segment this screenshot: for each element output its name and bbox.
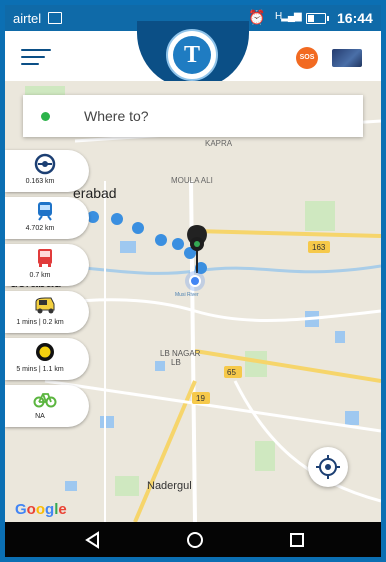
google-letter: e: [58, 501, 67, 518]
current-location-dot: [189, 275, 201, 287]
map-view-icon[interactable]: [332, 49, 362, 67]
map-label: Musi River: [175, 292, 199, 298]
metro-icon: [34, 153, 56, 175]
origin-dot-icon: [41, 112, 50, 121]
road: [44, 379, 381, 433]
bus-icon: [38, 249, 52, 267]
road-number: 65: [227, 368, 236, 377]
road-number: 163: [312, 243, 326, 252]
park-area: [115, 476, 139, 496]
lake: [65, 481, 77, 491]
auto-rickshaw-icon: [35, 297, 55, 314]
search-placeholder: Where to?: [84, 108, 149, 124]
map-label: MOULA ALI: [171, 176, 213, 185]
map-label: LB: [171, 358, 181, 367]
mode-label: 0.7 km: [29, 272, 51, 279]
mode-metro[interactable]: 0.163 km: [5, 150, 89, 192]
back-triangle-icon[interactable]: [81, 528, 105, 552]
cab-icon: [36, 343, 54, 361]
lake: [345, 411, 359, 425]
locate-me-button[interactable]: [308, 447, 348, 487]
mode-bicycle[interactable]: NA: [5, 385, 89, 427]
battery-icon: [306, 13, 329, 24]
park-area: [255, 441, 275, 471]
sos-icon[interactable]: SOS: [296, 47, 318, 69]
lake: [155, 361, 165, 371]
logo-letter: T: [173, 36, 211, 74]
train-icon: [38, 202, 52, 221]
google-letter: o: [35, 501, 46, 518]
mode-label: NA: [35, 413, 45, 420]
google-letter: G: [15, 501, 27, 518]
road-number: 19: [196, 394, 205, 403]
search-box[interactable]: Where to?: [23, 95, 363, 137]
hamburger-icon[interactable]: [21, 47, 51, 67]
bicycle-icon: [33, 393, 57, 408]
mode-cab[interactable]: 5 mins | 1.1 km: [5, 338, 89, 380]
google-attribution: Google: [15, 501, 67, 518]
lake: [120, 241, 136, 253]
mode-label: 1 mins | 0.2 km: [16, 319, 64, 326]
network-type: H: [275, 11, 282, 22]
google-letter: o: [26, 501, 36, 518]
phone-screen: airtel ⏰ H▂▄▆ 16:44 T SOS KAPRA MOULA AL…: [5, 5, 381, 557]
mode-bus[interactable]: 0.7 km: [5, 244, 89, 286]
map-label: KAPRA: [205, 139, 233, 148]
alarm-icon: ⏰: [248, 9, 266, 25]
mode-label: 0.163 km: [25, 178, 55, 185]
park-area: [305, 201, 335, 231]
mode-auto[interactable]: 1 mins | 0.2 km: [5, 291, 89, 333]
home-circle-icon[interactable]: [183, 528, 207, 552]
lake: [335, 331, 345, 343]
carrier-name: airtel: [13, 11, 42, 26]
map-label: Nadergul: [147, 480, 192, 492]
app-logo: T: [166, 29, 218, 81]
android-nav-bar: [5, 522, 381, 557]
signal-icon: H▂▄▆: [275, 11, 302, 22]
image-notification-icon: [48, 12, 62, 24]
highway-163: [194, 229, 381, 238]
map-label: LB NAGAR: [160, 349, 201, 358]
crosshair-icon: [316, 455, 340, 479]
mode-train[interactable]: 4.702 km: [5, 197, 89, 239]
app-header: T SOS: [5, 21, 381, 89]
mode-label: 4.702 km: [25, 225, 55, 232]
highway-65: [194, 349, 381, 383]
mode-label: 5 mins | 1.1 km: [16, 366, 64, 373]
recents-square-icon[interactable]: [285, 528, 309, 552]
google-letter: g: [45, 501, 55, 518]
lake: [100, 416, 114, 428]
status-clock: 16:44: [337, 10, 373, 26]
